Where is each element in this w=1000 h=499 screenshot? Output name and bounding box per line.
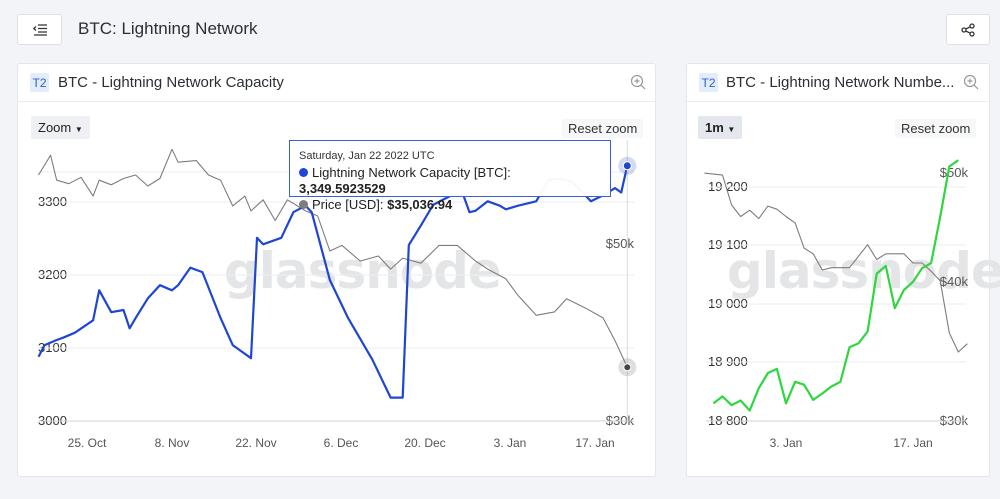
x-tick: 22. Nov bbox=[235, 436, 277, 450]
x-tick: 20. Dec bbox=[404, 436, 446, 450]
reset-zoom-button[interactable]: Reset zoom bbox=[562, 119, 644, 138]
tooltip-price-row: Price [USD]: $35,036.94 bbox=[299, 197, 601, 213]
y2-tick: $30k bbox=[939, 413, 968, 428]
tier-badge: T2 bbox=[699, 73, 718, 92]
tooltip-date: Saturday, Jan 22 2022 UTC bbox=[299, 150, 435, 162]
card-title: BTC - Lightning Network Numbe... bbox=[726, 74, 955, 91]
reset-zoom-button[interactable]: Reset zoom bbox=[895, 119, 977, 138]
y-tick: 19 200 bbox=[708, 179, 748, 194]
x-tick: 8. Nov bbox=[154, 436, 190, 450]
series-dot-icon bbox=[299, 168, 308, 177]
caret-down-icon: ▼ bbox=[74, 125, 83, 134]
y2-tick: $50k bbox=[605, 236, 634, 251]
y-tick: 3100 bbox=[38, 340, 67, 355]
zoom-in-icon[interactable] bbox=[630, 74, 646, 90]
y2-tick: $40k bbox=[939, 274, 968, 289]
page-title: BTC: Lightning Network bbox=[78, 19, 258, 38]
x-tick: 17. Jan bbox=[575, 436, 615, 450]
share-button[interactable] bbox=[946, 14, 990, 45]
x-tick: 17. Jan bbox=[893, 436, 933, 450]
share-icon bbox=[961, 22, 975, 37]
caret-down-icon: ▼ bbox=[727, 125, 736, 134]
watermark-logo: glassnode bbox=[224, 242, 502, 300]
y-tick: 3000 bbox=[38, 413, 67, 428]
x-tick: 6. Dec bbox=[323, 436, 359, 450]
series-dot-icon bbox=[299, 200, 308, 209]
y2-tick: $30k bbox=[605, 413, 634, 428]
zoom-in-icon[interactable] bbox=[963, 74, 979, 90]
y-tick: 18 800 bbox=[708, 413, 748, 428]
tier-badge: T2 bbox=[30, 73, 49, 92]
range-dropdown[interactable]: 1m ▼ bbox=[698, 116, 743, 139]
card-title: BTC - Lightning Network Capacity bbox=[58, 74, 284, 91]
y-tick: 3300 bbox=[38, 194, 67, 209]
x-tick: 25. Oct bbox=[67, 436, 107, 450]
y-tick: 19 000 bbox=[708, 296, 748, 311]
y-tick: 18 900 bbox=[708, 354, 748, 369]
tooltip-label: Lightning Network Capacity [BTC]: bbox=[312, 165, 511, 180]
y-tick: 19 100 bbox=[708, 237, 748, 252]
tooltip-label: Price [USD]: bbox=[312, 197, 388, 212]
card-header: T2 BTC - Lightning Network Numbe... bbox=[687, 64, 989, 102]
card-header: T2 BTC - Lightning Network Capacity bbox=[18, 64, 655, 102]
watermark-logo: glassnode bbox=[727, 242, 1000, 300]
y-tick: 3200 bbox=[38, 267, 67, 282]
range-dropdown-label: 1m bbox=[705, 120, 724, 135]
x-tick: 3. Jan bbox=[493, 436, 527, 450]
zoom-dropdown-label: Zoom bbox=[38, 120, 72, 135]
sidebar-toggle-button[interactable] bbox=[17, 14, 62, 45]
tooltip-value: 3,349.5923529 bbox=[299, 181, 386, 196]
tooltip-capacity-row: Lightning Network Capacity [BTC]: 3,349.… bbox=[299, 165, 601, 197]
tooltip-value: $35,036.94 bbox=[387, 197, 453, 212]
collapse-menu-icon bbox=[32, 23, 47, 36]
x-tick: 3. Jan bbox=[769, 436, 803, 450]
zoom-dropdown[interactable]: Zoom ▼ bbox=[31, 116, 90, 139]
y2-tick: $50k bbox=[939, 165, 968, 180]
chart-tooltip: Saturday, Jan 22 2022 UTC Lightning Netw… bbox=[289, 140, 611, 212]
